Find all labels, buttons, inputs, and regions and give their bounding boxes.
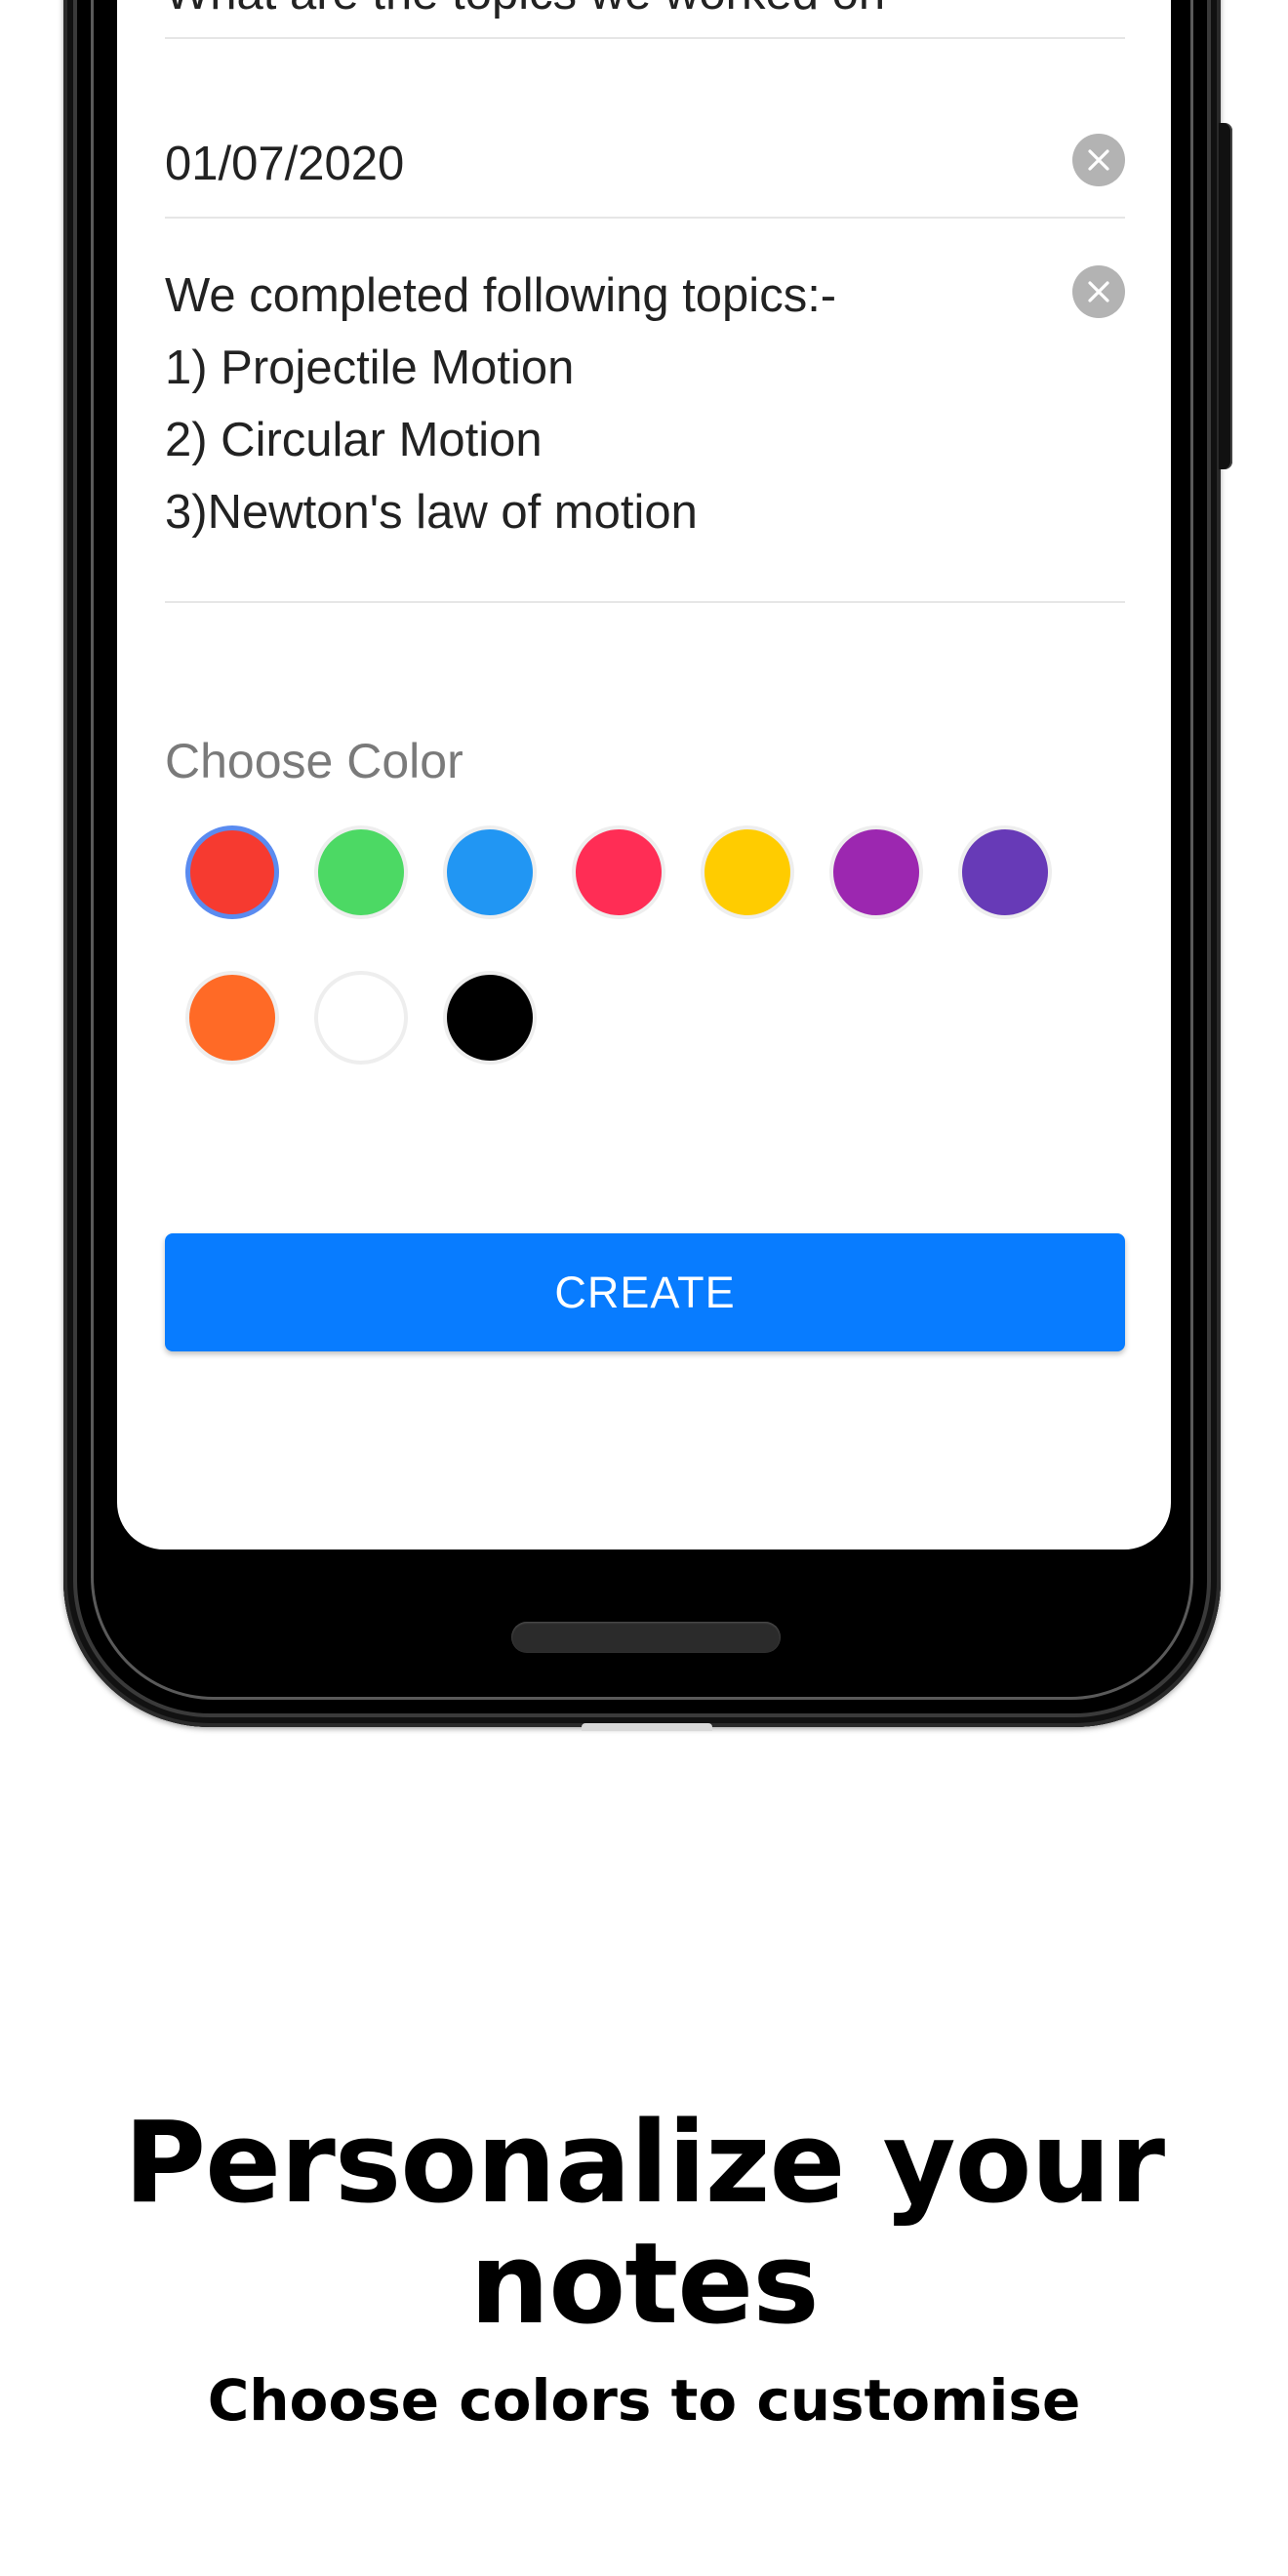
color-swatch-orange[interactable]: [185, 971, 279, 1065]
date-field[interactable]: 01/07/2020: [165, 83, 1125, 219]
note-body-value: We completed following topics:- 1) Proje…: [165, 269, 837, 539]
promo-headline: Personalize your notes: [123, 2098, 1165, 2350]
color-swatch-pink[interactable]: [572, 825, 665, 919]
color-swatch-white[interactable]: [314, 971, 408, 1065]
date-field-value: 01/07/2020: [165, 138, 405, 190]
color-swatch-yellow[interactable]: [701, 825, 794, 919]
app-screenshot: What are the topics we worked on 01/07/2…: [0, 0, 1288, 2576]
choose-color-label: Choose Color: [165, 734, 463, 788]
note-editor-screen: What are the topics we worked on 01/07/2…: [117, 0, 1171, 1550]
title-field[interactable]: What are the topics we worked on: [165, 0, 1125, 39]
color-swatch-blue[interactable]: [443, 825, 537, 919]
phone-charging-port: [582, 1723, 712, 1731]
clear-body-button[interactable]: [1072, 265, 1125, 318]
promo-subheadline: Choose colors to customise: [207, 2367, 1081, 2434]
title-field-value: What are the topics we worked on: [165, 0, 885, 29]
home-indicator[interactable]: [511, 1622, 781, 1653]
color-swatch-deep-purple[interactable]: [958, 825, 1052, 919]
color-swatch-black[interactable]: [443, 971, 537, 1065]
phone-side-button: [1219, 123, 1232, 469]
color-swatch-red[interactable]: [185, 825, 279, 919]
close-icon: [1088, 149, 1109, 171]
clear-date-button[interactable]: [1072, 134, 1125, 186]
create-button[interactable]: CREATE: [165, 1233, 1125, 1351]
close-icon: [1088, 281, 1109, 302]
color-swatch-green[interactable]: [314, 825, 408, 919]
note-body-field[interactable]: We completed following topics:- 1) Proje…: [165, 219, 1125, 603]
color-swatch-purple[interactable]: [829, 825, 923, 919]
